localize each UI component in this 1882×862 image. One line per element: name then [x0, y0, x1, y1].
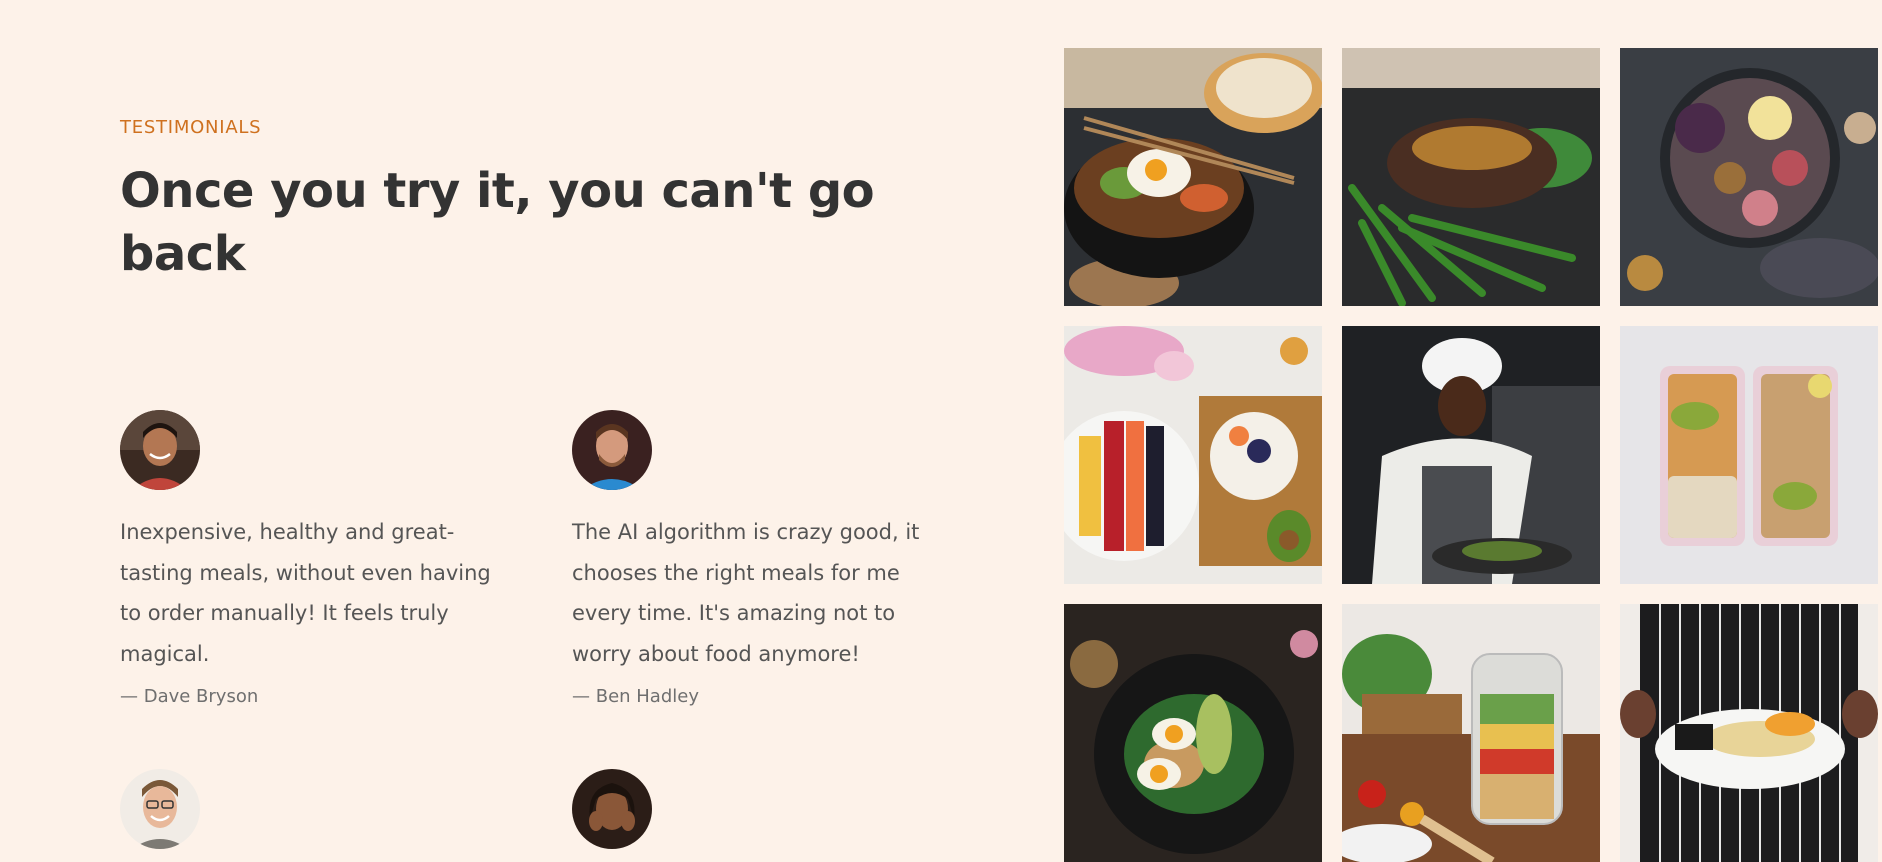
testimonial-author: — Ben Hadley	[572, 686, 699, 707]
testimonial-quote: Inexpensive, healthy and great-tasting m…	[120, 520, 491, 666]
egg-salad-plate-photo	[1064, 604, 1322, 862]
gallery-grid	[1064, 48, 1878, 862]
testimonials-section: Testimonials Once you try it, you can't …	[0, 0, 1882, 862]
testimonial-card: Inexpensive, healthy and great-tasting m…	[120, 410, 520, 707]
testimonial-card: The AI algorithm is crazy good, it choos…	[572, 410, 972, 707]
meal-prep-containers-photo	[1620, 326, 1878, 584]
avatar	[120, 410, 200, 490]
testimonial-card	[120, 769, 520, 862]
testimonial-author: — Dave Bryson	[120, 686, 259, 707]
bibimbap-bowl-photo	[1064, 48, 1322, 306]
section-heading: Once you try it, you can't go back	[120, 163, 875, 283]
fruit-bowl-photo	[1064, 326, 1322, 584]
salad-jar-photo	[1342, 604, 1600, 862]
avatar	[120, 769, 200, 849]
testimonial-card	[572, 769, 972, 862]
testimonial-quote: The AI algorithm is crazy good, it choos…	[572, 520, 920, 666]
section-eyebrow: Testimonials	[120, 117, 262, 138]
steak-asparagus-photo	[1342, 48, 1600, 306]
chef-cooking-photo	[1342, 326, 1600, 584]
chef-serving-plate-photo	[1620, 604, 1878, 862]
figs-platter-photo	[1620, 48, 1878, 306]
avatar	[572, 769, 652, 849]
avatar	[572, 410, 652, 490]
